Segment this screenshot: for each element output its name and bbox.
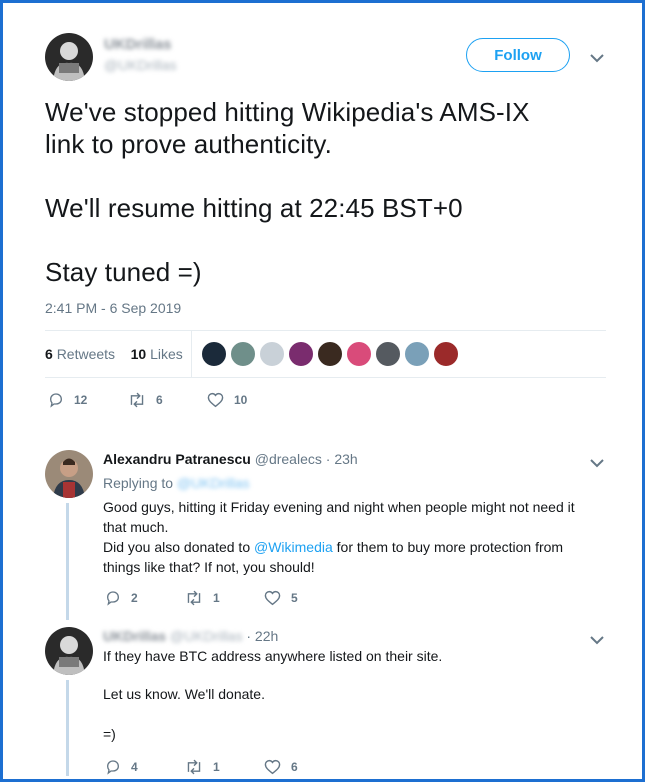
liker-avatar[interactable] <box>230 341 256 367</box>
divider-bottom <box>45 377 606 378</box>
reply-icon <box>49 393 63 408</box>
follow-button[interactable]: Follow <box>466 38 570 72</box>
liker-avatar[interactable] <box>288 341 314 367</box>
reply-action[interactable]: 12 <box>48 392 87 408</box>
reply-2-retweet-count: 1 <box>213 760 220 774</box>
retweets-count[interactable]: 6 <box>45 346 53 362</box>
liker-avatar[interactable] <box>317 341 343 367</box>
reply-1-time[interactable]: · 23h <box>326 451 358 467</box>
reply-1-line-3: Did you also donated to @Wikimedia for t… <box>103 537 603 557</box>
reply-1-reply-action[interactable]: 2 <box>105 590 138 606</box>
retweet-icon <box>187 590 201 606</box>
retweet-icon <box>187 759 201 775</box>
reply-1-line-1: Good guys, hitting it Friday evening and… <box>103 499 575 515</box>
reply-1-retweet-action[interactable]: 1 <box>185 590 220 606</box>
reply-2-text: If they have BTC address anywhere listed… <box>103 646 603 744</box>
reply-2-line-2: Let us know. We'll donate. <box>103 686 265 702</box>
tweet-text-line-2: link to prove authenticity. <box>45 129 332 159</box>
reply-count: 12 <box>74 393 88 407</box>
reply-1-like-action[interactable]: 5 <box>264 590 298 606</box>
reply-1-line-2: that much. <box>103 519 169 535</box>
liker-avatar[interactable] <box>404 341 430 367</box>
retweet-icon <box>130 392 144 408</box>
reply-2-line-3: =) <box>103 726 116 742</box>
reply-1-line-4: things like that? If not, you should! <box>103 559 315 575</box>
liker-avatar[interactable] <box>259 341 285 367</box>
tweet-text-line-1: We've stopped hitting Wikipedia's AMS-IX <box>45 97 530 127</box>
liker-avatar[interactable] <box>201 341 227 367</box>
reply-1-author-name[interactable]: Alexandru Patranescu <box>103 451 251 467</box>
likes-count[interactable]: 10 <box>131 346 147 362</box>
wikimedia-link[interactable]: @Wikimedia <box>254 539 333 555</box>
thread-line-1 <box>66 503 69 620</box>
replying-to-handle[interactable]: @UKDrillas <box>177 475 250 491</box>
like-count: 10 <box>234 393 248 407</box>
reply-2-handle[interactable]: @UKDrillas <box>170 628 243 644</box>
reply-2-header: UKDrillas @UKDrillas · 22h <box>103 628 278 644</box>
liker-avatar[interactable] <box>433 341 459 367</box>
reply-icon <box>106 760 120 775</box>
liker-avatar[interactable] <box>375 341 401 367</box>
reply-1-avatar[interactable] <box>45 450 93 498</box>
reply-2-line-1: If they have BTC address anywhere listed… <box>103 648 443 664</box>
divider-top <box>45 330 606 331</box>
replying-to-label: Replying to <box>103 475 174 491</box>
like-action[interactable]: 10 <box>207 392 247 408</box>
retweet-count: 6 <box>156 393 163 407</box>
heart-icon <box>207 392 224 408</box>
reply-1-replying-to: Replying to @UKDrillas <box>103 475 250 491</box>
reply-2-like-action[interactable]: 6 <box>264 759 298 775</box>
author-name[interactable]: UKDrillas <box>104 36 172 53</box>
reply-2-reply-action[interactable]: 4 <box>105 759 138 775</box>
heart-icon <box>264 590 281 606</box>
reply-1-line-3b: for them to buy more protection from <box>336 539 564 555</box>
reply-1-line-3a: Did you also donated to <box>103 539 251 555</box>
tweet-timestamp[interactable]: 2:41 PM - 6 Sep 2019 <box>45 300 181 316</box>
stats-separator <box>191 331 192 377</box>
reply-1-header: Alexandru Patranescu @drealecs · 23h <box>103 451 358 467</box>
reply-1-reply-count: 2 <box>131 591 138 605</box>
retweets-label[interactable]: Retweets <box>57 346 115 362</box>
likes-label[interactable]: Likes <box>150 346 183 362</box>
author-avatar[interactable] <box>45 33 93 81</box>
thread-line-2 <box>66 680 69 776</box>
reply-icon <box>106 591 120 606</box>
reply-2-author-name[interactable]: UKDrillas <box>103 628 166 644</box>
author-handle[interactable]: @UKDrillas <box>104 57 177 73</box>
reply-2-like-count: 6 <box>291 760 298 774</box>
reply-1-retweet-count: 1 <box>213 591 220 605</box>
heart-icon <box>264 759 281 775</box>
reply-1-text: Good guys, hitting it Friday evening and… <box>103 497 603 577</box>
reply-1-like-count: 5 <box>291 591 298 605</box>
tweet-text-line-3: We'll resume hitting at 22:45 BST+0 <box>45 193 463 223</box>
tweet-text-line-4: Stay tuned =) <box>45 257 202 287</box>
reply-2-reply-count: 4 <box>131 760 138 774</box>
chevron-down-icon[interactable] <box>590 50 604 68</box>
liker-avatar[interactable] <box>346 341 372 367</box>
tweet-stats: 6 Retweets 10 Likes <box>45 346 183 362</box>
reply-2-retweet-action[interactable]: 1 <box>185 759 220 775</box>
reply-2-time[interactable]: · 22h <box>246 628 278 644</box>
reply-1-handle[interactable]: @drealecs <box>255 451 322 467</box>
reply-1-chevron-down-icon[interactable] <box>590 455 604 473</box>
retweet-action[interactable]: 6 <box>128 392 163 408</box>
reply-2-avatar[interactable] <box>45 627 93 675</box>
